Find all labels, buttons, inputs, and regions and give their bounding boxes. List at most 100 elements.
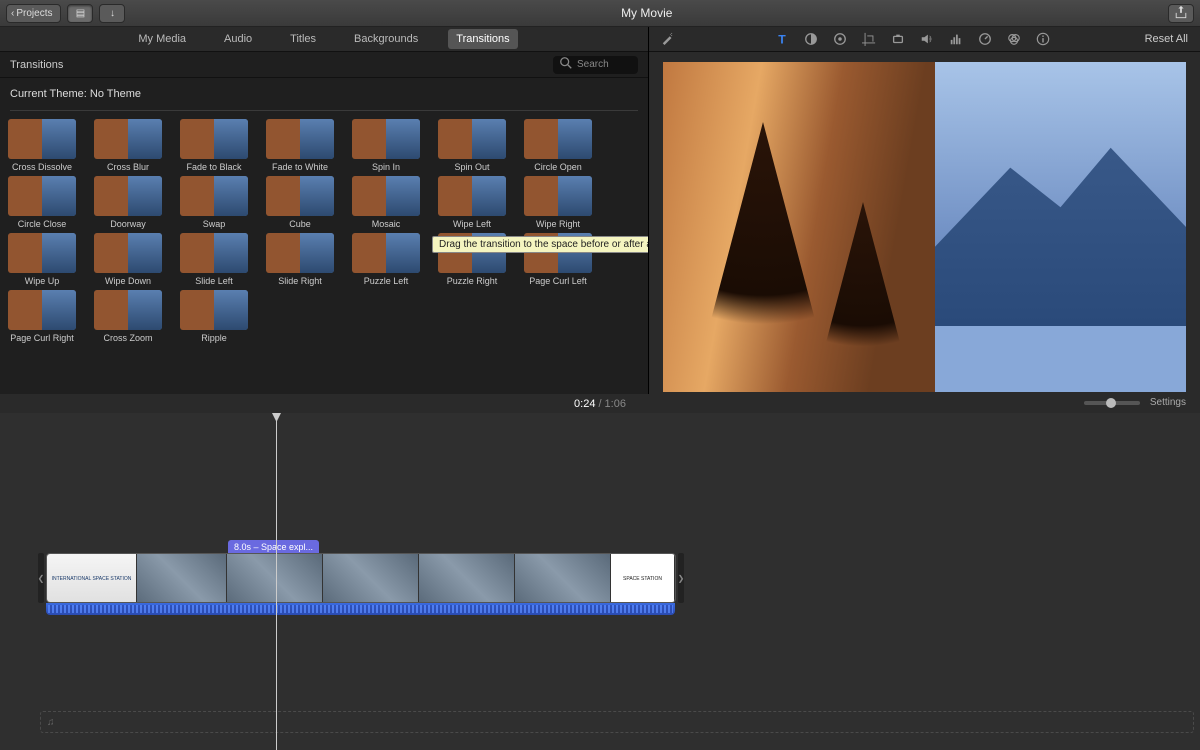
transition-mosaic[interactable]: Mosaic [350, 176, 422, 229]
import-button[interactable]: ↓ [99, 4, 125, 23]
transition-thumb [180, 176, 248, 216]
transition-wipe-up[interactable]: Wipe Up [6, 233, 78, 286]
crop-icon[interactable] [861, 31, 877, 47]
video-clip[interactable] [419, 554, 515, 603]
transition-cross-dissolve[interactable]: Cross Dissolve [6, 119, 78, 172]
transition-thumb [438, 119, 506, 159]
transition-fade-to-white[interactable]: Fade to White [264, 119, 336, 172]
transition-label: Doorway [92, 219, 164, 229]
transition-page-curl-right[interactable]: Page Curl Right [6, 290, 78, 343]
time-total: 1:06 [605, 398, 626, 410]
library-toggle-button[interactable]: ▤ [67, 4, 93, 23]
transition-cross-zoom[interactable]: Cross Zoom [92, 290, 164, 343]
clip-trim-handle-right[interactable]: ❯ [678, 553, 684, 603]
speed-icon[interactable] [977, 31, 993, 47]
info-icon[interactable] [1035, 31, 1051, 47]
transition-thumb [94, 233, 162, 273]
transition-wipe-left[interactable]: Wipe Left [436, 176, 508, 229]
tab-backgrounds[interactable]: Backgrounds [346, 29, 426, 49]
browser-heading: Transitions [10, 59, 63, 71]
color-wheel-icon[interactable] [832, 31, 848, 47]
stabilize-icon[interactable] [890, 31, 906, 47]
transition-label: Cross Dissolve [6, 162, 78, 172]
transition-circle-open[interactable]: Circle Open [522, 119, 594, 172]
preview-left-half [663, 62, 935, 392]
timeline-settings-row: Settings [1084, 397, 1186, 408]
import-arrow-icon: ↓ [110, 8, 115, 19]
transition-thumb [352, 119, 420, 159]
transition-ripple[interactable]: Ripple [178, 290, 250, 343]
projects-button[interactable]: ‹ Projects [6, 4, 61, 23]
transition-puzzle-left[interactable]: Puzzle Left [350, 233, 422, 286]
clip-trim-handle-left[interactable]: ❮ [38, 553, 44, 603]
share-icon [1174, 5, 1188, 22]
title-clip[interactable]: INTERNATIONAL SPACE STATION [47, 554, 137, 603]
transition-label: Cross Zoom [92, 333, 164, 343]
settings-button[interactable]: Settings [1150, 397, 1186, 408]
transition-cross-blur[interactable]: Cross Blur [92, 119, 164, 172]
volume-icon[interactable] [919, 31, 935, 47]
reset-all-button[interactable]: Reset All [1145, 33, 1188, 45]
browser-header: Transitions Search [0, 52, 648, 78]
music-note-icon: ♫ [47, 717, 55, 728]
end-title-clip[interactable]: SPACE STATION [611, 554, 675, 603]
preview-viewer[interactable] [663, 62, 1186, 392]
transition-wipe-right[interactable]: Wipe Right [522, 176, 594, 229]
transition-label: Wipe Right [522, 219, 594, 229]
tab-audio[interactable]: Audio [216, 29, 260, 49]
transition-label: Wipe Up [6, 276, 78, 286]
transition-thumb [352, 176, 420, 216]
tab-titles[interactable]: Titles [282, 29, 324, 49]
browser-tabs: My Media Audio Titles Backgrounds Transi… [0, 27, 648, 52]
transition-label: Swap [178, 219, 250, 229]
titlebar: ‹ Projects ▤ ↓ My Movie [0, 0, 1200, 27]
tab-my-media[interactable]: My Media [130, 29, 194, 49]
playhead[interactable] [276, 413, 277, 750]
preview-right-half [935, 62, 1186, 392]
viewer-panel: T Reset All [649, 27, 1200, 394]
video-clip[interactable] [227, 554, 323, 603]
transition-label: Slide Left [178, 276, 250, 286]
video-clip[interactable] [137, 554, 227, 603]
transition-slide-left[interactable]: Slide Left [178, 233, 250, 286]
transition-label: Puzzle Right [436, 276, 508, 286]
window-title: My Movie [125, 6, 1168, 20]
transition-wipe-down[interactable]: Wipe Down [92, 233, 164, 286]
audio-waveform[interactable] [46, 603, 675, 615]
color-balance-icon[interactable] [803, 31, 819, 47]
transition-label: Wipe Left [436, 219, 508, 229]
timeline-clips[interactable]: INTERNATIONAL SPACE STATION SPACE STATIO… [46, 553, 676, 603]
transition-thumb [8, 176, 76, 216]
transition-label: Spin Out [436, 162, 508, 172]
transition-spin-in[interactable]: Spin In [350, 119, 422, 172]
search-input[interactable]: Search [553, 56, 638, 74]
video-clip[interactable] [323, 554, 419, 603]
music-track[interactable]: ♫ [40, 711, 1194, 733]
transition-label: Cube [264, 219, 336, 229]
zoom-slider[interactable] [1084, 401, 1140, 405]
search-placeholder: Search [577, 59, 609, 70]
transition-circle-close[interactable]: Circle Close [6, 176, 78, 229]
time-separator: / [598, 398, 601, 410]
video-clip[interactable] [515, 554, 611, 603]
transition-label: Fade to White [264, 162, 336, 172]
transition-fade-to-black[interactable]: Fade to Black [178, 119, 250, 172]
equalizer-icon[interactable] [948, 31, 964, 47]
magic-wand-icon[interactable] [661, 36, 675, 48]
transition-thumb [94, 290, 162, 330]
share-button[interactable] [1168, 4, 1194, 23]
transition-label: Fade to Black [178, 162, 250, 172]
timeline[interactable]: 8.0s – Space expl... ❮ INTERNATIONAL SPA… [0, 413, 1200, 750]
transition-thumb [8, 290, 76, 330]
transition-swap[interactable]: Swap [178, 176, 250, 229]
tab-transitions[interactable]: Transitions [448, 29, 517, 49]
transition-spin-out[interactable]: Spin Out [436, 119, 508, 172]
transition-slide-right[interactable]: Slide Right [264, 233, 336, 286]
transition-cube[interactable]: Cube [264, 176, 336, 229]
viewer-adjust-icons: T [681, 31, 1145, 47]
transition-doorway[interactable]: Doorway [92, 176, 164, 229]
transition-label: Page Curl Left [522, 276, 594, 286]
text-icon[interactable]: T [774, 31, 790, 47]
transition-label: Circle Open [522, 162, 594, 172]
filter-icon[interactable] [1006, 31, 1022, 47]
